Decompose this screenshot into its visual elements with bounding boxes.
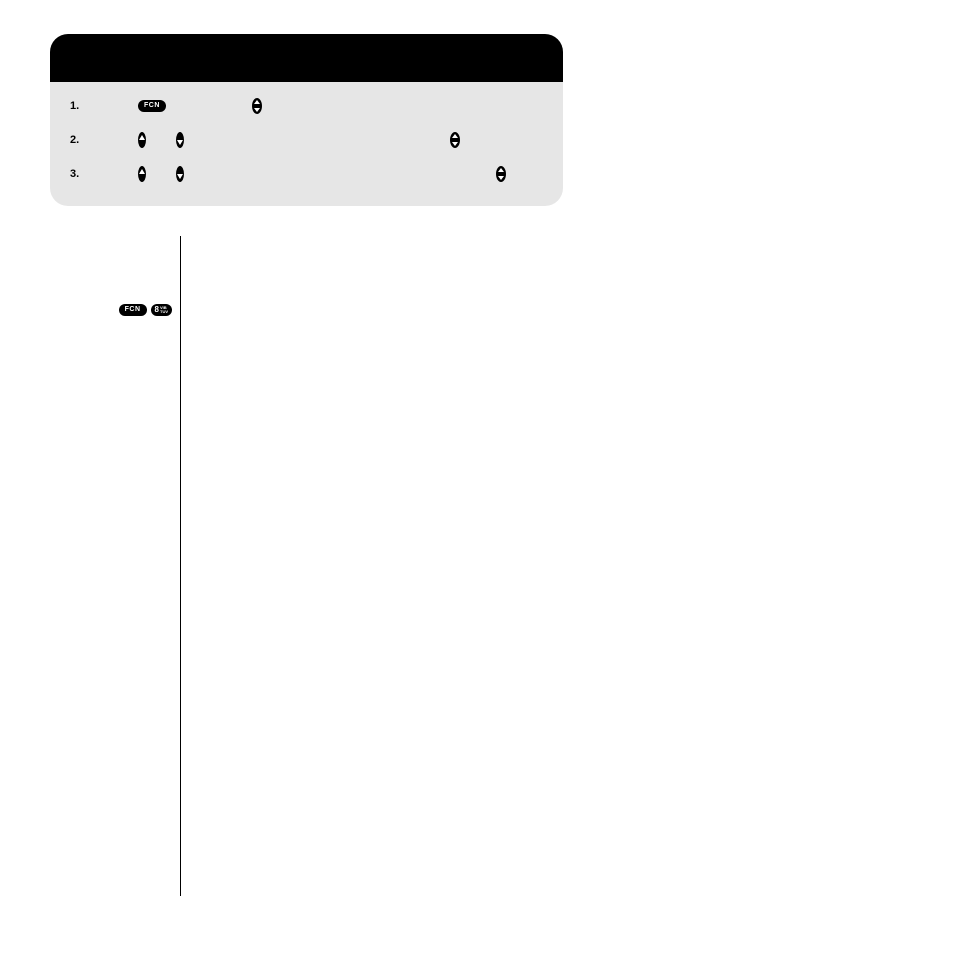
- up-icon: [138, 132, 146, 148]
- instruction-card: 1. FCN 2. 3.: [50, 34, 563, 206]
- step-number: 3.: [70, 168, 86, 180]
- key-8-number: 8: [155, 306, 159, 314]
- lower-left-column: FCN 8 VIB TUV: [50, 236, 180, 896]
- updown-icon: [496, 166, 506, 182]
- down-icon: [176, 166, 184, 182]
- step-row: 3.: [70, 164, 543, 184]
- updown-icon: [450, 132, 460, 148]
- step-row: 2.: [70, 130, 543, 150]
- down-icon: [176, 132, 184, 148]
- lower-section: FCN 8 VIB TUV: [50, 236, 563, 896]
- step-row: 1. FCN: [70, 96, 543, 116]
- up-icon: [138, 166, 146, 182]
- shortcut-keys: FCN 8 VIB TUV: [119, 304, 172, 316]
- card-body: 1. FCN 2. 3.: [50, 82, 563, 206]
- card-header-bar: [50, 34, 563, 82]
- step-number: 2.: [70, 134, 86, 146]
- updown-icon: [252, 98, 262, 114]
- vertical-divider: [180, 236, 181, 896]
- key-8-icon: 8 VIB TUV: [151, 304, 172, 316]
- step-number: 1.: [70, 100, 86, 112]
- fcn-key-icon: FCN: [119, 304, 147, 316]
- key-8-sublabels: VIB TUV: [160, 306, 168, 314]
- fcn-key-icon: FCN: [138, 100, 166, 112]
